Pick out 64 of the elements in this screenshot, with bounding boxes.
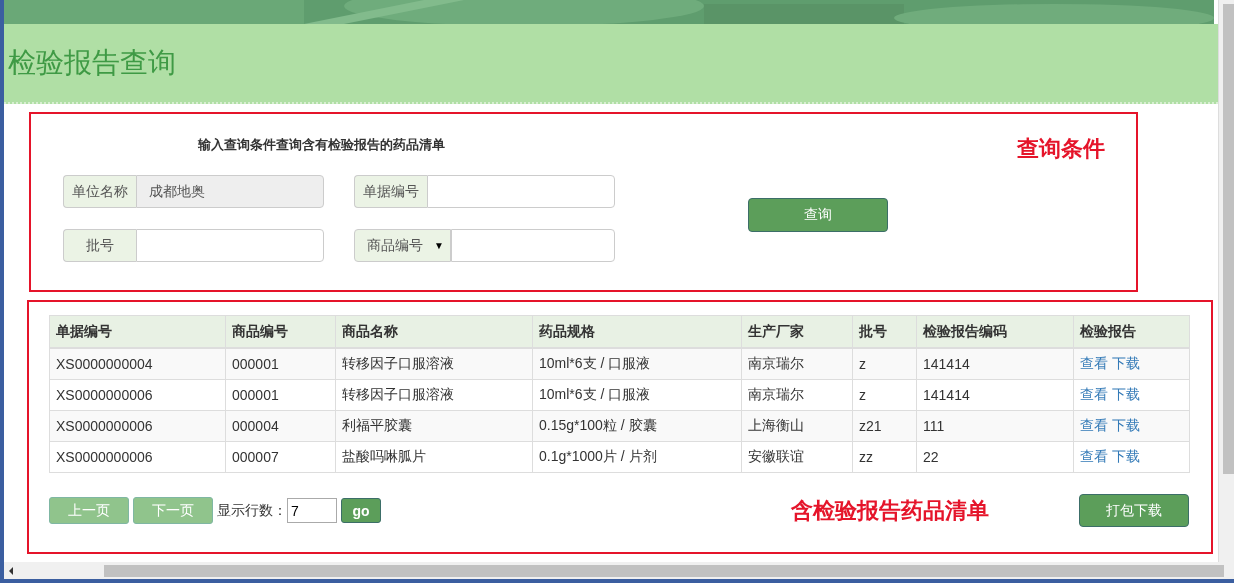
field-label: 批号 <box>63 229 136 262</box>
table-cell: 141414 <box>916 379 1074 411</box>
report-link[interactable]: 下载 <box>1112 355 1140 371</box>
column-header: 商品名称 <box>335 315 533 348</box>
table-cell: XS0000000006 <box>49 441 226 473</box>
caret-icon: ▼ <box>434 240 444 251</box>
table-cell: 000001 <box>225 348 336 380</box>
column-header: 单据编号 <box>49 315 226 348</box>
report-link[interactable]: 查看 <box>1080 355 1108 371</box>
table-cell: 141414 <box>916 348 1074 380</box>
input-field[interactable] <box>427 175 615 208</box>
table-cell: 0.1g*1000片 / 片剂 <box>532 441 742 473</box>
column-header: 检验报告编码 <box>916 315 1074 348</box>
report-link[interactable]: 下载 <box>1112 448 1140 464</box>
table-cell: XS0000000006 <box>49 410 226 442</box>
field-select[interactable]: 商品编号 ▼ <box>354 229 451 262</box>
report-link[interactable]: 下载 <box>1112 417 1140 433</box>
field-label: 单位名称 <box>63 175 136 208</box>
table-cell: 盐酸吗啉胍片 <box>335 441 533 473</box>
table-cell: 111 <box>916 410 1074 442</box>
scroll-left-icon[interactable] <box>7 566 15 575</box>
table-cell: 000001 <box>225 379 336 411</box>
report-link[interactable]: 查看 <box>1080 448 1108 464</box>
horizontal-scrollbar[interactable] <box>4 562 1234 583</box>
rows-label: 显示行数： <box>217 501 287 520</box>
table-cell: 10ml*6支 / 口服液 <box>532 348 742 380</box>
table-cell: z <box>852 379 917 411</box>
input-field[interactable] <box>136 229 324 262</box>
column-header: 药品规格 <box>532 315 742 348</box>
table-cell: 22 <box>916 441 1074 473</box>
table-cell: 000004 <box>225 410 336 442</box>
table-cell: 0.15g*100粒 / 胶囊 <box>532 410 742 442</box>
column-header: 检验报告 <box>1073 315 1190 348</box>
page-title: 检验报告查询 <box>8 46 176 80</box>
table-cell: XS0000000004 <box>49 348 226 380</box>
table-cell: 000007 <box>225 441 336 473</box>
table-cell: 南京瑞尔 <box>741 348 853 380</box>
annotation-label: 查询条件 <box>1017 135 1106 163</box>
table-cell: 10ml*6支 / 口服液 <box>532 379 742 411</box>
table-cell: z <box>852 348 917 380</box>
search-button[interactable]: 查询 <box>748 198 888 232</box>
table-cell: XS0000000006 <box>49 379 226 411</box>
go-button[interactable]: go <box>341 498 381 523</box>
vertical-scrollbar[interactable] <box>1218 0 1234 562</box>
query-heading: 输入查询条件查询含有检验报告的药品清单 <box>198 136 446 154</box>
table-cell: 南京瑞尔 <box>741 379 853 411</box>
table-cell: zz <box>852 441 917 473</box>
table-cell: 转移因子口服溶液 <box>335 379 533 411</box>
field-label: 单据编号 <box>354 175 427 208</box>
annotation-label: 含检验报告药品清单 <box>791 496 989 525</box>
report-link[interactable]: 查看 <box>1080 417 1108 433</box>
table-cell: 安徽联谊 <box>741 441 853 473</box>
column-header: 商品编号 <box>225 315 336 348</box>
report-link[interactable]: 查看 <box>1080 386 1108 402</box>
column-header: 批号 <box>852 315 917 348</box>
table-cell: 利福平胶囊 <box>335 410 533 442</box>
rows-input[interactable]: 7 <box>287 498 337 523</box>
input-field[interactable] <box>451 229 615 262</box>
table-cell: 上海衡山 <box>741 410 853 442</box>
download-all-button[interactable]: 打包下载 <box>1079 494 1189 527</box>
report-link[interactable]: 下载 <box>1112 386 1140 402</box>
table-cell: 转移因子口服溶液 <box>335 348 533 380</box>
table-cell: z21 <box>852 410 917 442</box>
column-header: 生产厂家 <box>741 315 853 348</box>
